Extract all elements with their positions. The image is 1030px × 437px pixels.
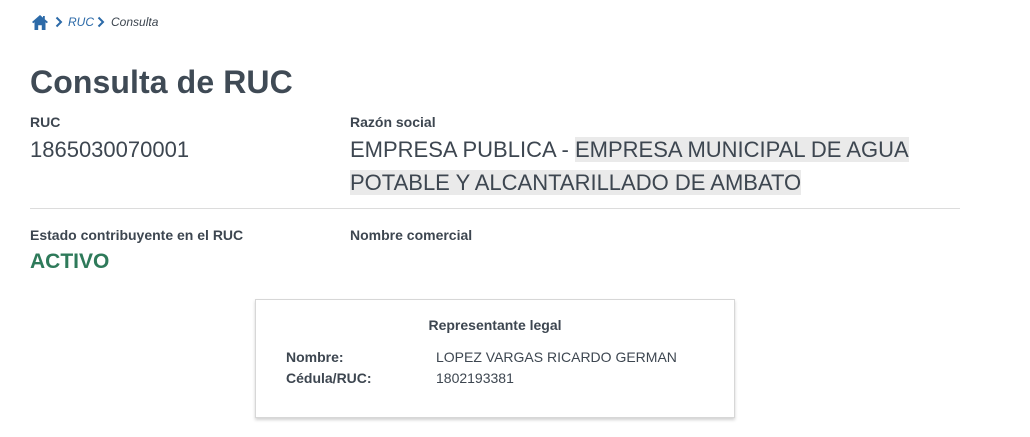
razon-social-line2: POTABLE Y ALCANTARILLADO DE AMBATO (350, 170, 802, 195)
cedula-value: 1802193381 (436, 370, 514, 386)
razon-social-value: EMPRESA PUBLICA - EMPRESA MUNICIPAL DE A… (350, 133, 910, 199)
estado-status-value: ACTIVO (30, 250, 110, 273)
representante-legal-card: Representante legal Nombre: LOPEZ VARGAS… (255, 299, 735, 418)
breadcrumb-current: Consulta (111, 15, 159, 29)
breadcrumb-link-ruc[interactable]: RUC (68, 15, 94, 29)
ruc-label: RUC (30, 114, 61, 130)
ruc-value: 1865030070001 (30, 137, 190, 162)
nombre-value: LOPEZ VARGAS RICARDO GERMAN (436, 349, 677, 365)
representante-legal-title: Representante legal (428, 317, 562, 333)
home-icon[interactable] (31, 14, 49, 31)
estado-label: Estado contribuyente en el RUC (30, 227, 244, 243)
razon-social-line1: EMPRESA MUNICIPAL DE AGUA (574, 137, 909, 162)
cedula-label: Cédula/RUC: (286, 370, 372, 386)
chevron-right-icon (96, 16, 106, 28)
razon-social-prefix: EMPRESA PUBLICA - (350, 137, 575, 162)
nombre-label: Nombre: (286, 349, 344, 365)
chevron-right-icon (54, 16, 64, 28)
razon-social-label: Razón social (350, 114, 436, 130)
page-title: Consulta de RUC (30, 64, 293, 100)
nombre-comercial-label: Nombre comercial (350, 227, 473, 243)
section-divider (30, 208, 960, 209)
breadcrumb: RUC Consulta (31, 13, 158, 31)
